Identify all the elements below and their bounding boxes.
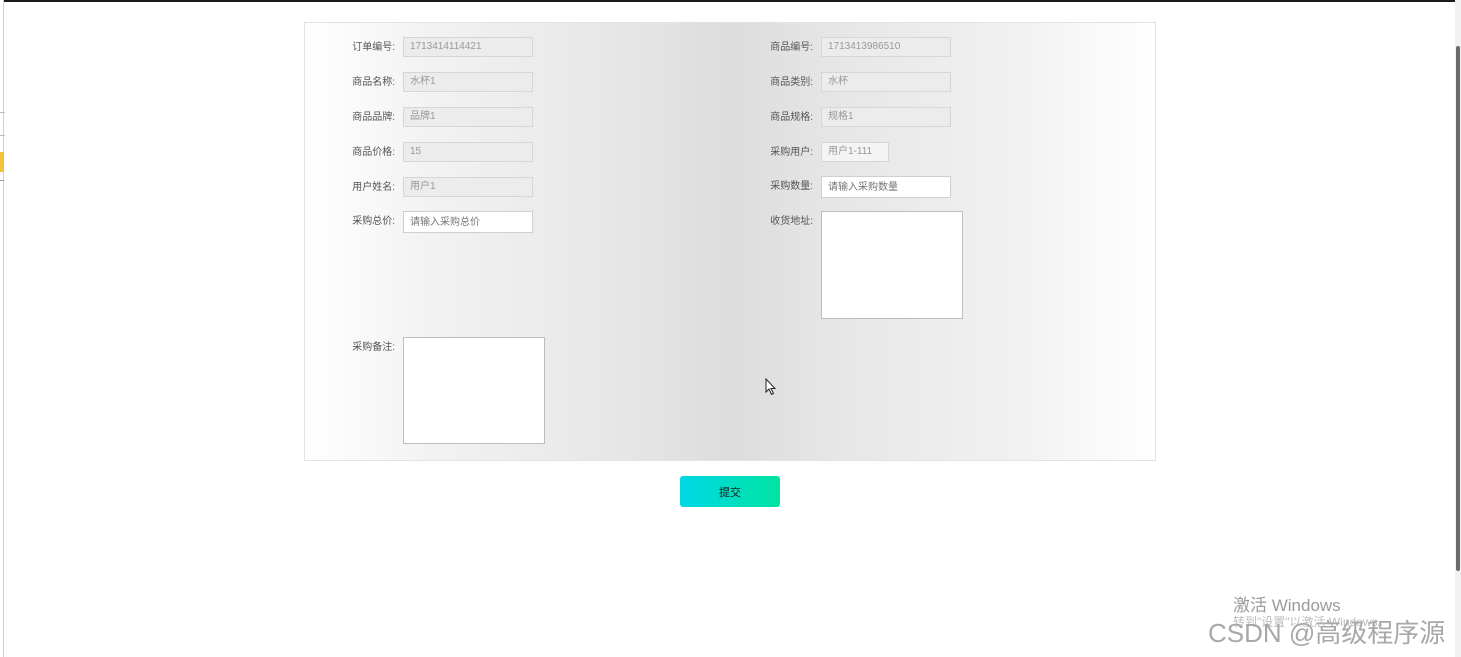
purchase-form-panel: 订单编号: 1713414114421 商品名称: 水杯1 商品品牌: 品牌1 …	[304, 22, 1156, 461]
quantity-label: 采购数量:	[770, 181, 813, 192]
order-no-label: 订单编号:	[352, 42, 395, 53]
brand-field[interactable]: 品牌1	[403, 107, 533, 127]
product-no-label: 商品编号:	[770, 42, 813, 53]
mouse-pointer-icon	[765, 378, 777, 396]
spec-field[interactable]: 规格1	[821, 107, 951, 127]
category-label: 商品类别:	[770, 77, 813, 88]
purchase-user-label: 采购用户:	[770, 147, 813, 158]
csdn-watermark: CSDN @高级程序源	[1208, 618, 1446, 648]
background-window-fragment	[0, 112, 5, 136]
brand-label: 商品品牌:	[352, 112, 395, 123]
window-top-border	[0, 0, 1458, 2]
user-name-label: 用户姓名:	[352, 182, 395, 193]
price-label: 商品价格:	[352, 147, 395, 158]
address-textarea[interactable]	[821, 211, 963, 319]
product-name-label: 商品名称:	[352, 77, 395, 88]
submit-button[interactable]: 提交	[680, 476, 780, 507]
order-no-field[interactable]: 1713414114421	[403, 37, 533, 57]
background-window-fragment	[0, 152, 4, 172]
background-window-edge	[0, 0, 4, 657]
product-name-field[interactable]: 水杯1	[403, 72, 533, 92]
price-field[interactable]: 15	[403, 142, 533, 162]
user-name-field[interactable]: 用户1	[403, 177, 533, 197]
purchase-user-field[interactable]: 用户1-111	[821, 142, 889, 162]
total-price-input[interactable]	[403, 211, 533, 233]
background-window-fragment	[0, 180, 4, 203]
quantity-input[interactable]	[821, 176, 951, 198]
scrollbar-thumb[interactable]	[1456, 46, 1460, 571]
remark-label: 采购备注:	[352, 342, 395, 353]
total-price-label: 采购总价:	[352, 216, 395, 227]
address-label: 收货地址:	[770, 216, 813, 227]
remark-textarea[interactable]	[403, 337, 545, 444]
vertical-scrollbar[interactable]	[1455, 0, 1461, 657]
product-no-field[interactable]: 1713413986510	[821, 37, 951, 57]
spec-label: 商品规格:	[770, 112, 813, 123]
category-field[interactable]: 水杯	[821, 72, 951, 92]
